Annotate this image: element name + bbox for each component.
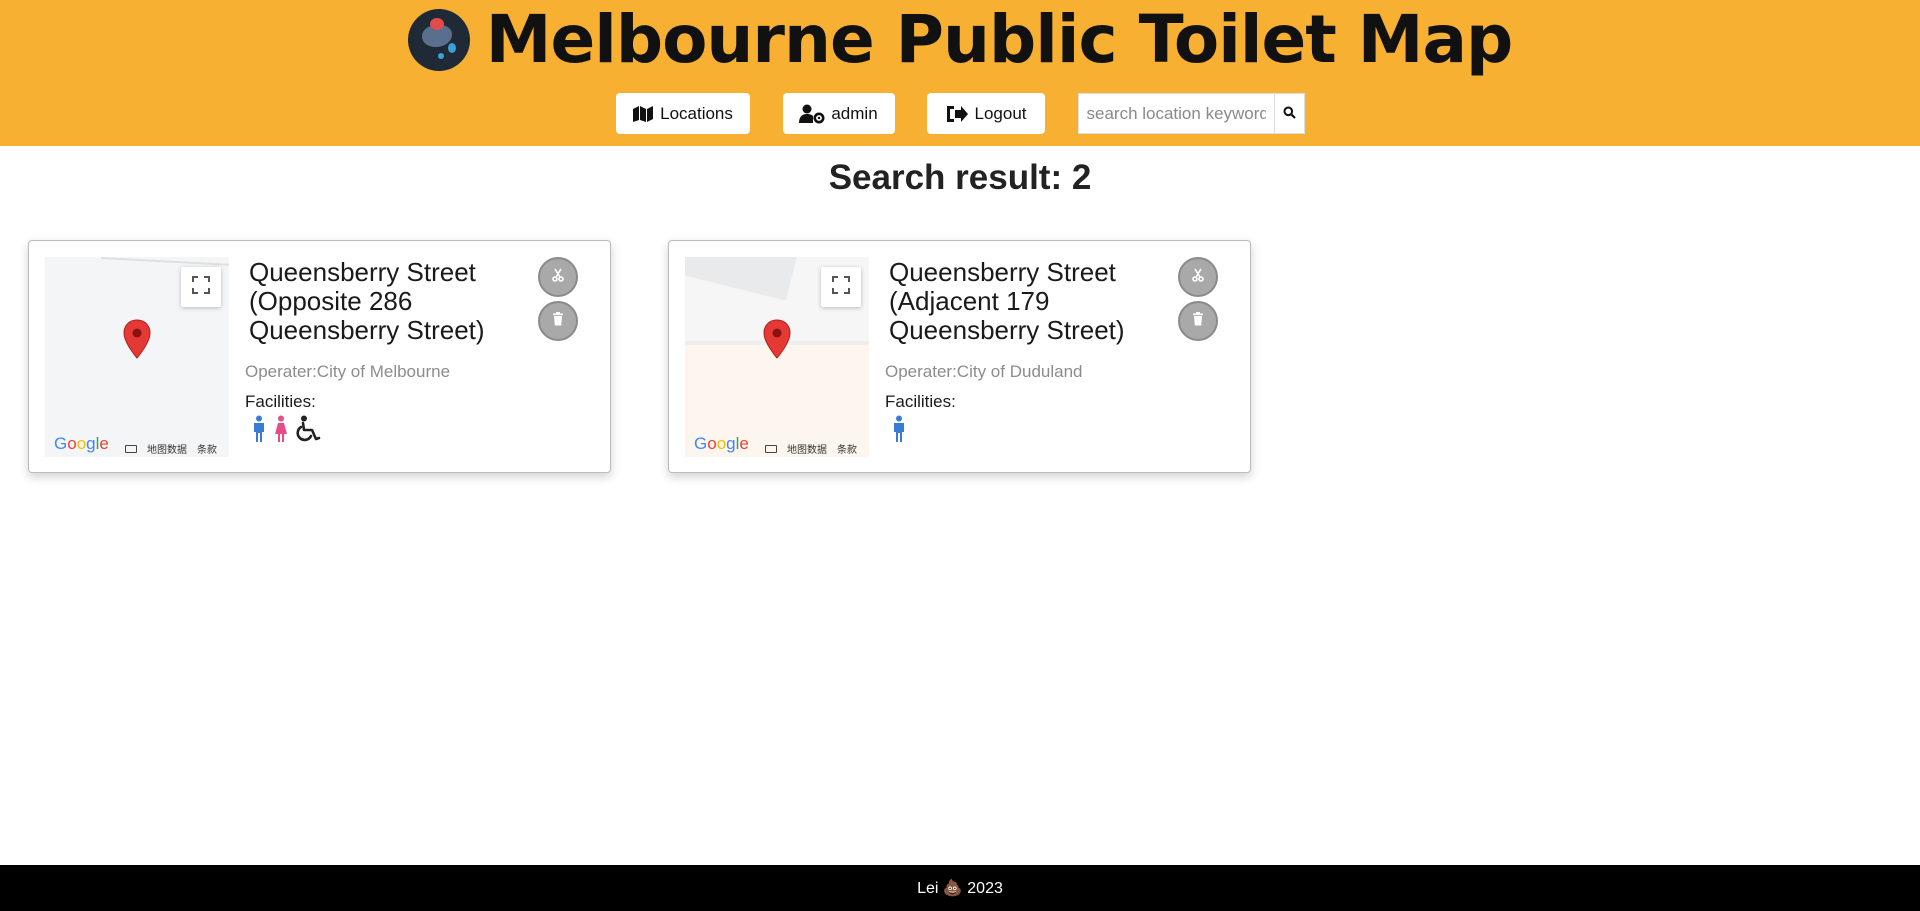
admin-button[interactable]: admin — [782, 93, 895, 134]
logout-icon — [945, 104, 969, 124]
operator-text: Operater:City of Melbourne — [245, 362, 451, 381]
location-card: Google 地图数据 条款 Queensberry Street (Oppos… — [28, 240, 611, 473]
map-preview[interactable]: Google 地图数据 条款 — [685, 257, 869, 457]
location-name: Queensberry Street (Opposite 286 Queensb… — [249, 257, 485, 345]
search-icon — [1283, 106, 1296, 122]
location-name: Queensberry Street (Adjacent 179 Queensb… — [889, 257, 1125, 345]
male-icon — [891, 415, 907, 448]
operator-text: Operater:City of Duduland — [885, 362, 1083, 381]
fullscreen-icon — [191, 275, 211, 300]
footer-text: Lei 💩 2023 — [917, 880, 1003, 897]
wheelchair-icon — [295, 415, 323, 448]
logout-label: Logout — [974, 103, 1027, 123]
female-icon — [273, 415, 289, 448]
male-icon — [251, 415, 267, 448]
fullscreen-button[interactable] — [821, 267, 861, 307]
map-icon — [632, 105, 654, 123]
scissors-icon — [1191, 268, 1205, 287]
location-card: Google 地图数据 条款 Queensberry Street (Adjac… — [668, 240, 1251, 473]
terms-link[interactable]: 条款 — [837, 441, 857, 456]
facilities-label: Facilities: — [885, 392, 956, 411]
locations-button[interactable]: Locations — [615, 93, 750, 134]
scissors-icon — [551, 268, 565, 287]
facilities-label: Facilities: — [245, 392, 316, 411]
fullscreen-button[interactable] — [181, 267, 221, 307]
map-preview[interactable]: Google 地图数据 条款 — [45, 257, 229, 457]
trash-icon — [1192, 311, 1204, 331]
delete-button[interactable] — [538, 301, 578, 341]
facilities-icons — [251, 415, 323, 448]
locations-label: Locations — [660, 103, 733, 123]
map-attribution: 地图数据 条款 — [765, 441, 857, 456]
trash-icon — [552, 311, 564, 331]
cut-button[interactable] — [538, 257, 578, 297]
logout-button[interactable]: Logout — [926, 93, 1045, 134]
search-result-heading: Search result: 2 — [828, 158, 1092, 197]
terms-link[interactable]: 条款 — [197, 441, 217, 456]
top-nav: Locations admin Logout — [0, 93, 1920, 134]
keyboard-icon[interactable] — [765, 444, 777, 453]
map-pin-icon[interactable] — [763, 319, 791, 364]
logo — [407, 9, 470, 71]
google-logo: Google — [694, 434, 749, 453]
header: Melbourne Public Toilet Map Locations ad… — [0, 0, 1920, 146]
search-input[interactable] — [1077, 93, 1274, 134]
facilities-icons — [891, 415, 907, 448]
map-pin-icon[interactable] — [123, 319, 151, 364]
search-bar — [1077, 93, 1305, 134]
page-title: Melbourne Public Toilet Map — [485, 1, 1513, 78]
brand: Melbourne Public Toilet Map — [0, 2, 1920, 78]
fullscreen-icon — [831, 275, 851, 300]
admin-label: admin — [831, 103, 878, 123]
search-button[interactable] — [1273, 93, 1305, 134]
delete-button[interactable] — [1178, 301, 1218, 341]
map-data-link[interactable]: 地图数据 — [787, 441, 827, 456]
footer: Lei 💩 2023 — [0, 865, 1920, 911]
map-data-link[interactable]: 地图数据 — [147, 441, 187, 456]
cut-button[interactable] — [1178, 257, 1218, 297]
user-gear-icon — [799, 104, 825, 124]
map-attribution: 地图数据 条款 — [125, 441, 217, 456]
google-logo: Google — [54, 434, 109, 453]
keyboard-icon[interactable] — [125, 444, 137, 453]
